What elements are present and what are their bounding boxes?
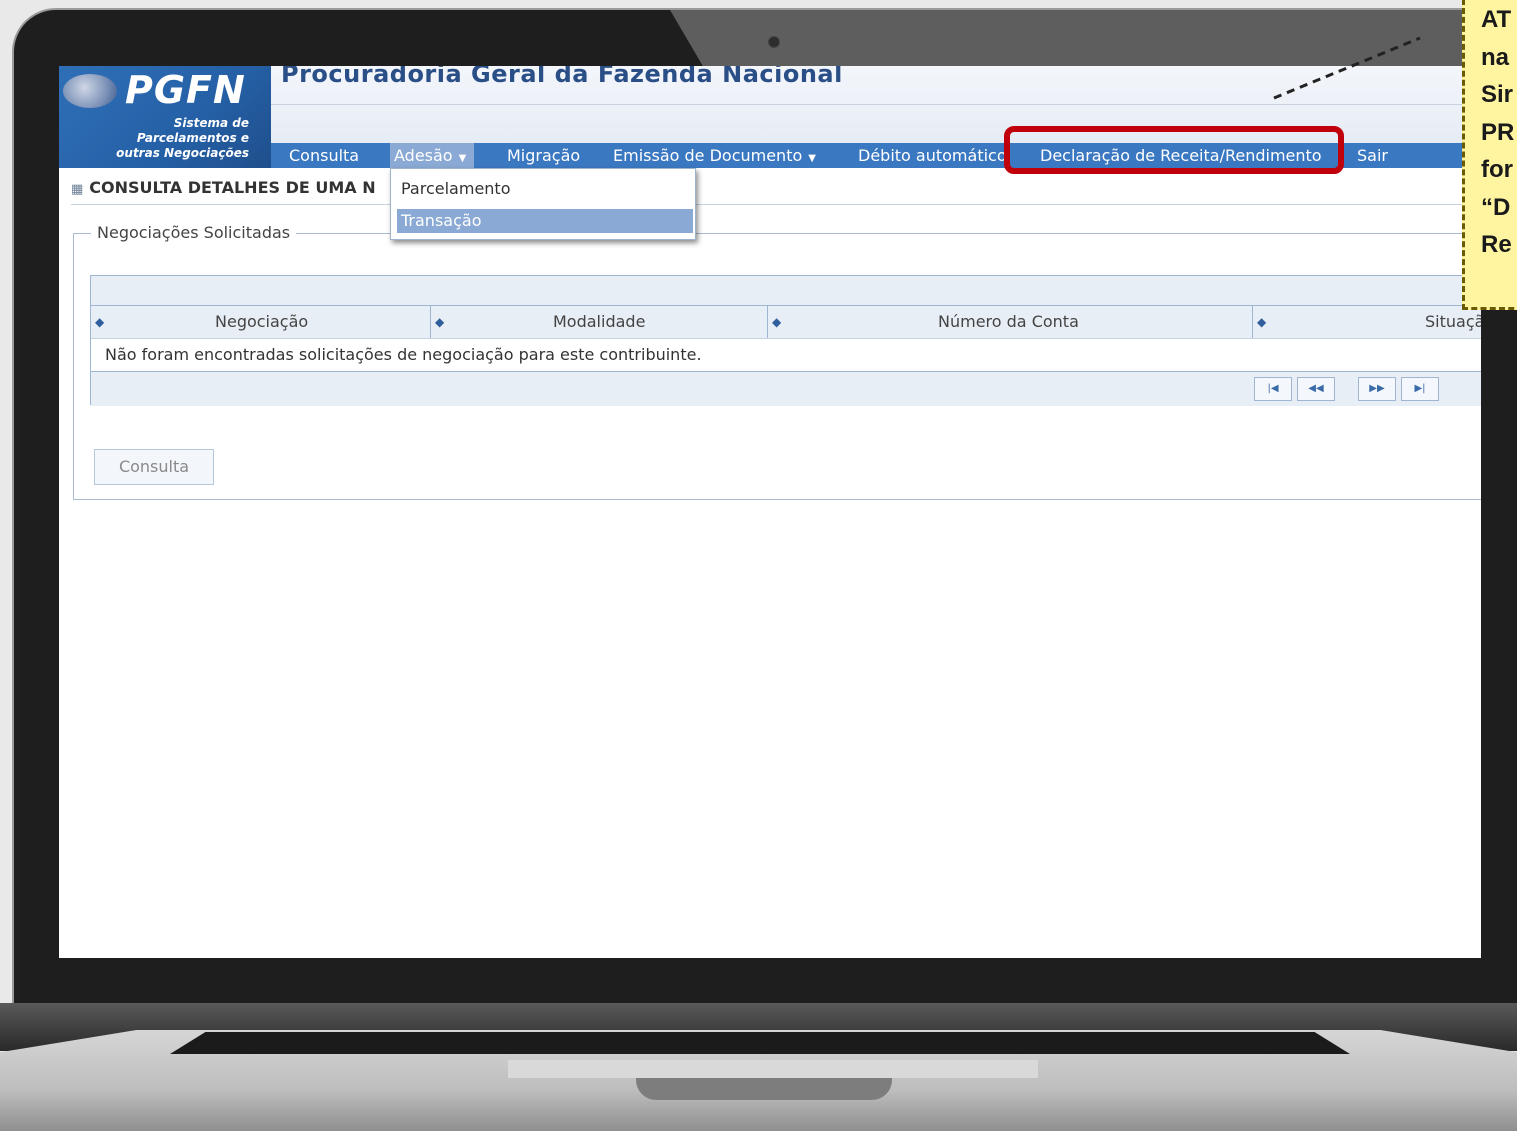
fieldset-legend: Negociações Solicitadas [91, 223, 297, 242]
column-header-label: Situaçã [1425, 312, 1481, 331]
nav-debito-automatico[interactable]: Débito automático [858, 143, 1018, 168]
logo-subtitle-line: outras Negociações [116, 146, 249, 160]
app-title: Procuradoria Geral da Fazenda Nacional [281, 66, 843, 88]
webcam [768, 36, 780, 48]
table-pager: |◀ ◀◀ ▶▶ ▶| [91, 371, 1481, 406]
callout-line: na [1481, 43, 1510, 71]
globe-icon [63, 74, 117, 108]
sort-icon: ◆ [95, 315, 105, 329]
column-header-numero-conta[interactable]: ◆ Número da Conta [768, 306, 1253, 338]
sort-icon: ◆ [435, 315, 445, 329]
highlight-box [1004, 126, 1344, 174]
nav-label: Migração [507, 146, 581, 165]
nav-label: Consulta [289, 146, 360, 165]
chevron-down-icon: ▼ [458, 153, 467, 164]
laptop-base-lip [508, 1060, 1038, 1078]
sort-icon: ◆ [772, 315, 782, 329]
callout-leader-line [1273, 36, 1421, 100]
logo-subtitle: Sistema de Parcelamentos e outras Negoci… [59, 116, 249, 161]
negotiations-table: ◆ Negociação ◆ Modalidade ◆ Número da Co… [90, 275, 1481, 406]
logo-subtitle-line: Sistema de [173, 116, 249, 130]
screen: PGFN Sistema de Parcelamentos e outras N… [59, 66, 1481, 958]
callout-line: AT [1481, 6, 1512, 33]
next-page-icon[interactable]: ▶▶ [1358, 377, 1396, 401]
table-empty-message: Não foram encontradas solicitações de ne… [105, 345, 702, 364]
callout-line: “D [1481, 193, 1511, 221]
logo-title: PGFN [125, 68, 246, 112]
nav-label: Adesão [394, 146, 453, 165]
callout-line: PR [1481, 118, 1515, 146]
divider [71, 204, 1481, 205]
table-header: ◆ Negociação ◆ Modalidade ◆ Número da Co… [91, 306, 1481, 339]
page-title: ▦ CONSULTA DETALHES DE UMA N [71, 178, 376, 197]
menu-item-parcelamento[interactable]: Parcelamento [397, 177, 693, 201]
column-header-label: Negociação [215, 312, 309, 331]
nav-migracao[interactable]: Migração [507, 143, 580, 168]
adesao-dropdown-menu: Parcelamento Transação [390, 168, 696, 240]
column-header-negociacao[interactable]: ◆ Negociação [91, 306, 431, 338]
callout-note: AT na Sir PR for “D Re [1462, 0, 1517, 310]
column-header-label: Modalidade [553, 312, 646, 331]
consulta-button[interactable]: Consulta [94, 449, 214, 485]
prev-page-icon[interactable]: ◀◀ [1297, 377, 1335, 401]
nav-label: Emissão de Documento [613, 146, 803, 165]
nav-sair[interactable]: Sair [1357, 143, 1388, 168]
callout-line: Sir [1481, 81, 1514, 108]
nav-label: Débito automático [858, 146, 1007, 165]
first-page-icon[interactable]: |◀ [1254, 377, 1292, 401]
nav-adesao[interactable]: Adesão ▼ [390, 143, 475, 168]
table-toolbar [91, 276, 1481, 306]
laptop-notch [636, 1078, 892, 1100]
laptop-base-strip [170, 1032, 1350, 1054]
chevron-down-icon: ▼ [808, 153, 816, 164]
nav-emissao-documento[interactable]: Emissão de Documento ▼ [613, 143, 816, 168]
nav-consulta[interactable]: Consulta [289, 143, 359, 168]
column-header-situacao[interactable]: ◆ Situaçã [1253, 306, 1481, 338]
nav-label: Sair [1357, 146, 1388, 165]
logo-subtitle-line: Parcelamentos e [136, 131, 249, 145]
page-title-text: CONSULTA DETALHES DE UMA N [89, 178, 376, 197]
menu-item-transacao[interactable]: Transação [397, 209, 693, 233]
last-page-icon[interactable]: ▶| [1401, 377, 1439, 401]
callout-line: Re [1481, 231, 1512, 258]
page-icon: ▦ [71, 182, 84, 197]
column-header-label: Número da Conta [938, 312, 1079, 331]
callout-line: for [1481, 156, 1513, 183]
column-header-modalidade[interactable]: ◆ Modalidade [431, 306, 768, 338]
sort-icon: ◆ [1257, 315, 1267, 329]
pgfn-logo[interactable]: PGFN Sistema de Parcelamentos e outras N… [59, 66, 271, 168]
